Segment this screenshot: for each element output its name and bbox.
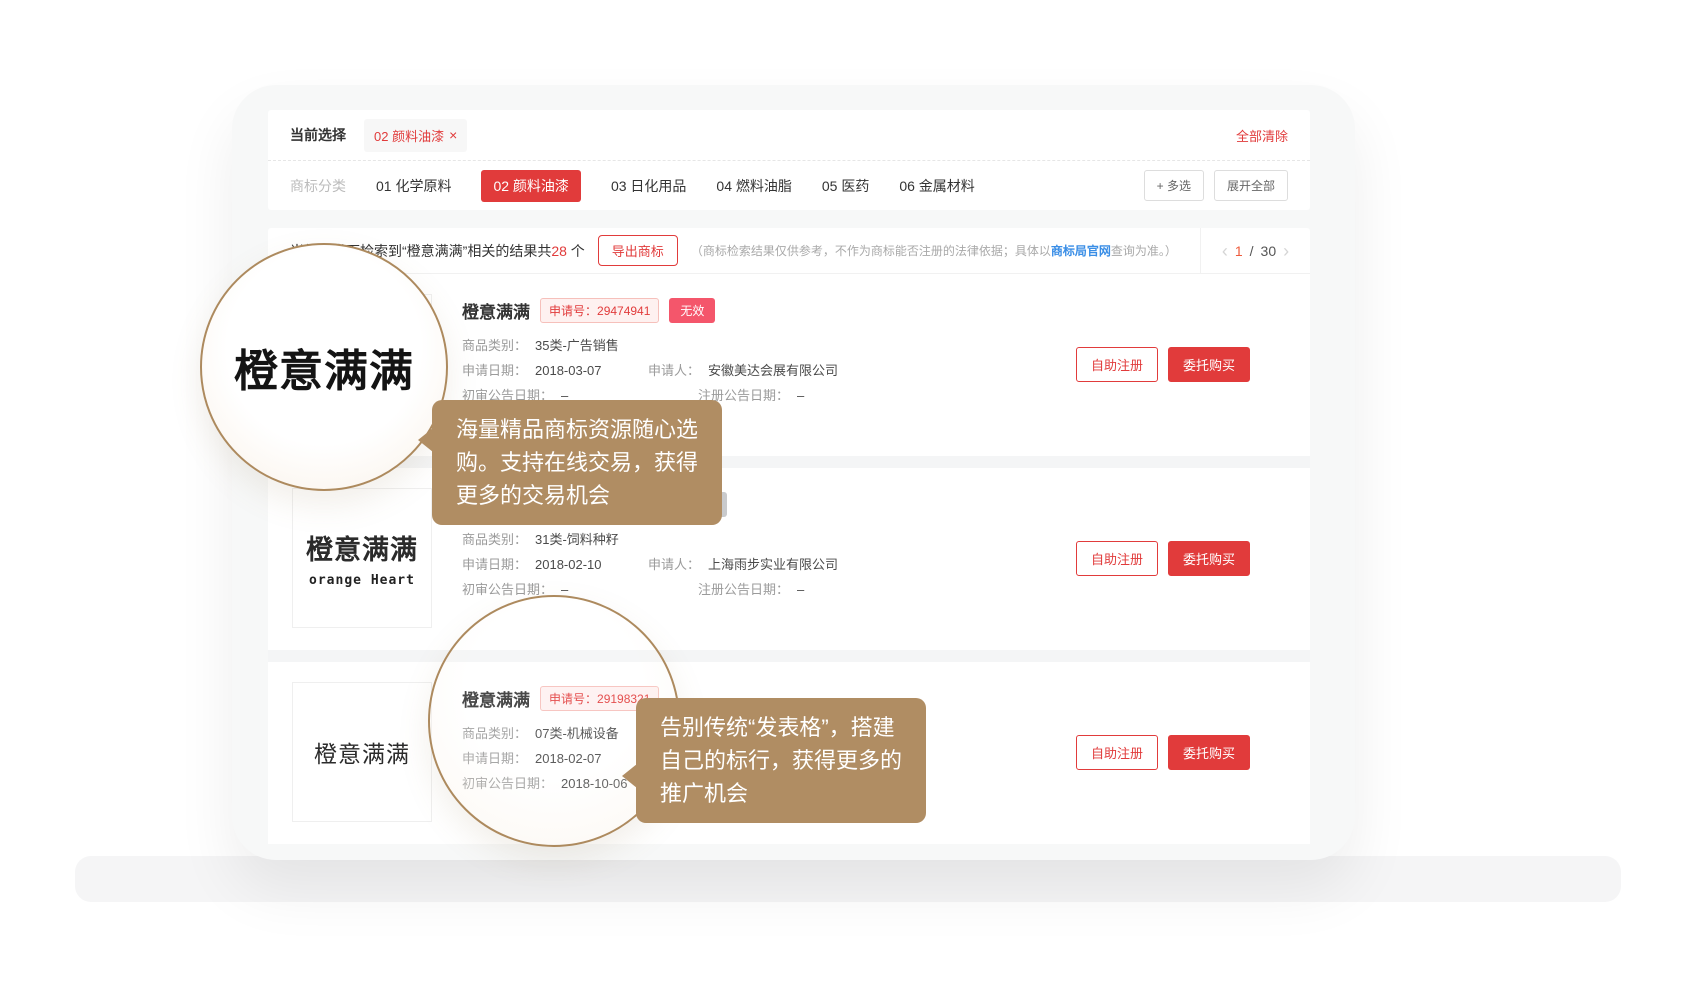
page-current: 1 (1235, 243, 1243, 259)
field-value: 安徽美达会展有限公司 (708, 358, 838, 383)
field-value: 上海雨步实业有限公司 (708, 552, 838, 577)
trademark-thumbnail: 橙意满满 orange Heart (292, 488, 432, 628)
field-label: 注册公告日期： (698, 577, 789, 602)
self-register-button[interactable]: 自助注册 (1076, 735, 1158, 770)
next-page-icon[interactable]: › (1283, 242, 1289, 260)
current-selection-label: 当前选择 (290, 125, 346, 145)
application-number-tag: 申请号：29474941 (540, 298, 659, 323)
row-divider (268, 456, 1310, 468)
self-register-button[interactable]: 自助注册 (1076, 347, 1158, 382)
trademark-thumbnail-text: 橙意满满 (306, 528, 418, 567)
table-row: 橙意满满 orange Heart 橙意满满 申请号：29482153 已注册 … (268, 468, 1310, 650)
page-separator: / (1250, 243, 1254, 259)
multi-select-button[interactable]: + 多选 (1144, 170, 1204, 201)
category-tools: + 多选 展开全部 (1144, 170, 1288, 201)
row-actions: 自助注册 委托购买 (1076, 488, 1250, 628)
field-value: – (797, 383, 804, 408)
category-bar: 商标分类 01 化学原料 02 颜料油漆 03 日化用品 04 燃料油脂 05 … (268, 160, 1310, 210)
row-actions: 自助注册 委托购买 (1076, 294, 1250, 434)
pagination: ‹ 1 / 30 › (1200, 228, 1310, 273)
self-register-button[interactable]: 自助注册 (1076, 541, 1158, 576)
field-value: 2018-03-07 (535, 358, 602, 383)
category-item-03[interactable]: 03 日化用品 (611, 170, 686, 202)
trademark-thumbnail: 橙意满满 (292, 682, 432, 822)
disclaimer-suffix: 查询为准。） (1111, 244, 1177, 258)
category-bar-label: 商标分类 (290, 176, 346, 196)
selected-filter-tag-label: 02 颜料油漆 (374, 126, 444, 145)
field-label: 申请日期： (462, 552, 527, 577)
trademark-thumbnail-subtext: orange Heart (309, 573, 415, 588)
close-icon[interactable]: × (449, 128, 457, 142)
entrust-buy-button[interactable]: 委托购买 (1168, 735, 1250, 770)
export-trademark-button[interactable]: 导出商标 (598, 235, 678, 266)
official-site-link[interactable]: 商标局官网 (1051, 244, 1111, 258)
tooltip-bubble-1: 海量精品商标资源随心选 购。支持在线交易，获得 更多的交易机会 (432, 400, 722, 525)
field-label: 商品类别： (462, 333, 527, 358)
filter-card: 当前选择 02 颜料油漆 × 全部清除 商标分类 01 化学原料 02 颜料油漆… (268, 110, 1310, 210)
laptop-base (75, 856, 1621, 902)
expand-all-button[interactable]: 展开全部 (1214, 170, 1288, 201)
row-divider (268, 650, 1310, 662)
page-total: 30 (1261, 243, 1277, 259)
disclaimer-prefix: （商标检索结果仅供参考，不作为商标能否注册的法律依据；具体以 (691, 244, 1051, 258)
trademark-name: 橙意满满 (462, 298, 530, 323)
row-actions: 自助注册 委托购买 (1076, 682, 1250, 822)
application-number-label: 申请号： (549, 304, 597, 318)
field-label: 申请人： (648, 552, 700, 577)
clear-all-button[interactable]: 全部清除 (1236, 126, 1288, 145)
status-badge: 无效 (669, 298, 715, 323)
field-value: 31类-饲料种籽 (535, 527, 619, 552)
magnifier-circle-1: 橙意满满 (200, 243, 448, 491)
category-item-06[interactable]: 06 金属材料 (899, 170, 974, 202)
field-value: 35类-广告销售 (535, 333, 619, 358)
magnified-trademark-text: 橙意满满 (234, 335, 414, 399)
field-value: 2018-02-10 (535, 552, 602, 577)
results-header: 当前分类下检索到“橙意满满”相关的结果共28 个 导出商标 （商标检索结果仅供参… (268, 228, 1310, 274)
entrust-buy-button[interactable]: 委托购买 (1168, 347, 1250, 382)
trademark-thumbnail-text: 橙意满满 (314, 735, 410, 769)
results-header-left: 当前分类下检索到“橙意满满”相关的结果共28 个 导出商标 （商标检索结果仅供参… (268, 228, 1200, 273)
category-item-01[interactable]: 01 化学原料 (376, 170, 451, 202)
page: 当前选择 02 颜料油漆 × 全部清除 商标分类 01 化学原料 02 颜料油漆… (0, 0, 1696, 1002)
application-number-value: 29474941 (597, 304, 650, 318)
field-label: 申请人： (648, 358, 700, 383)
field-label: 申请日期： (462, 358, 527, 383)
results-summary-suffix: 个 (567, 243, 585, 259)
disclaimer: （商标检索结果仅供参考，不作为商标能否注册的法律依据；具体以商标局官网查询为准。… (691, 242, 1177, 259)
results-count: 28 (551, 243, 567, 259)
selected-filter-tag[interactable]: 02 颜料油漆 × (364, 119, 467, 152)
entrust-buy-button[interactable]: 委托购买 (1168, 541, 1250, 576)
current-selection-row: 当前选择 02 颜料油漆 × 全部清除 (268, 110, 1310, 160)
prev-page-icon[interactable]: ‹ (1222, 242, 1228, 260)
field-value: – (797, 577, 804, 602)
category-item-05[interactable]: 05 医药 (822, 170, 869, 202)
field-label: 商品类别： (462, 527, 527, 552)
category-item-02-active[interactable]: 02 颜料油漆 (481, 170, 580, 202)
tooltip-bubble-2: 告别传统“发表格”，搭建 自己的标行，获得更多的 推广机会 (636, 698, 926, 823)
category-item-04[interactable]: 04 燃料油脂 (716, 170, 791, 202)
